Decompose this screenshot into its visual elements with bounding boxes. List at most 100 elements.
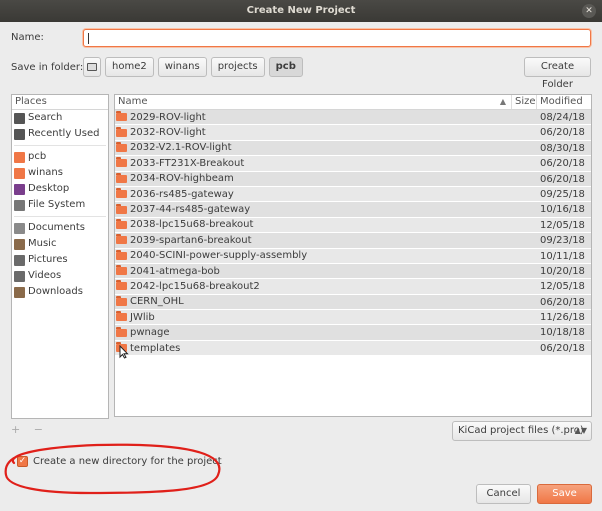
folder-icon (14, 151, 25, 163)
file-size-cell (512, 110, 537, 124)
file-name-cell: 2039-spartan6-breakout (115, 233, 512, 247)
sidebar-item-pcb[interactable]: pcb (12, 149, 108, 165)
file-name: 2037-44-rs485-gateway (130, 204, 251, 216)
file-name: 2032-V2.1-ROV-light (130, 142, 232, 154)
sidebar-item-label: Music (28, 238, 57, 249)
clock-icon (14, 128, 25, 140)
sidebar-item-label: Recently Used (28, 128, 100, 139)
file-name: CERN_OHL (130, 296, 184, 308)
folder-icon (116, 280, 127, 291)
sidebar-item-videos[interactable]: Videos (12, 268, 108, 284)
name-input[interactable] (83, 29, 591, 47)
file-list-header: Name ▲ Size Modified (115, 95, 591, 110)
file-modified-cell: 06/20/18 (540, 127, 585, 139)
pictures-icon (14, 254, 25, 266)
breadcrumb-home2[interactable]: home2 (105, 57, 154, 77)
file-modified-cell: 08/30/18 (540, 142, 585, 154)
file-name: 2032-ROV-light (130, 127, 206, 139)
file-name: pwnage (130, 327, 170, 339)
breadcrumb-projects[interactable]: projects (210, 57, 265, 77)
sidebar-item-label: Downloads (28, 286, 83, 297)
file-name: templates (130, 342, 181, 354)
file-name: 2036-rs485-gateway (130, 188, 234, 200)
file-size-cell (512, 264, 537, 278)
table-row[interactable]: pwnage 10/18/18 (115, 325, 591, 341)
table-row[interactable]: 2038-lpc15u68-breakout 12/05/18 (115, 217, 591, 234)
file-size-cell (512, 156, 537, 170)
file-modified-cell: 12/05/18 (540, 219, 585, 231)
column-name[interactable]: Name ▲ (115, 95, 512, 109)
close-button[interactable]: ✕ (582, 4, 596, 18)
table-row[interactable]: 2039-spartan6-breakout 09/23/18 (115, 233, 591, 249)
breadcrumb: home2 winans projects pcb (83, 57, 307, 77)
column-size[interactable]: Size (512, 95, 537, 109)
sidebar-item-music[interactable]: Music (12, 236, 108, 252)
table-row[interactable]: 2032-V2.1-ROV-light 08/30/18 (115, 140, 591, 157)
table-row[interactable]: CERN_OHL 06/20/18 (115, 294, 591, 311)
create-folder-button[interactable]: Create Folder (524, 57, 591, 90)
places-sidebar: Places Search Recently Used pcb winans Deskt… (11, 94, 109, 419)
file-name-cell: 2032-ROV-light (115, 125, 512, 139)
file-size-cell (512, 141, 537, 155)
music-icon (14, 238, 25, 250)
breadcrumb-drive[interactable] (83, 57, 101, 77)
table-row[interactable]: 2037-44-rs485-gateway 10/16/18 (115, 202, 591, 218)
sidebar-item-label: Desktop (28, 183, 70, 194)
table-row[interactable]: 2036-rs485-gateway 09/25/18 (115, 186, 591, 203)
sidebar-item-recently-used[interactable]: Recently Used (12, 126, 108, 142)
folder-icon (116, 218, 127, 229)
file-modified-cell: 11/26/18 (540, 312, 585, 324)
file-name: 2039-spartan6-breakout (130, 234, 252, 246)
folder-icon (116, 141, 127, 152)
table-row[interactable]: 2040-SCINI-power-supply-assembly 10/11/18 (115, 248, 591, 264)
file-size-cell (512, 279, 537, 293)
drive-icon (87, 63, 97, 71)
cancel-button[interactable]: Cancel (476, 484, 531, 504)
file-name: 2033-FT231X-Breakout (130, 157, 245, 169)
places-header: Places (12, 95, 108, 110)
file-modified-cell: 09/25/18 (540, 188, 585, 200)
column-name-label: Name (118, 96, 148, 107)
sidebar-item-label: Pictures (28, 254, 68, 265)
sidebar-item-winans[interactable]: winans (12, 165, 108, 181)
close-icon[interactable]: ✕ (585, 6, 593, 16)
sidebar-item-pictures[interactable]: Pictures (12, 252, 108, 268)
sidebar-item-file-system[interactable]: File System (12, 197, 108, 213)
file-name: 2038-lpc15u68-breakout (130, 219, 254, 231)
sidebar-item-label: Videos (28, 270, 62, 281)
sidebar-item-search[interactable]: Search (12, 110, 108, 126)
save-in-folder-label: Save in folder: (11, 62, 84, 73)
title-bar: Create New Project ✕ (0, 0, 602, 22)
up-down-chevron-icon: ▲▼ (574, 426, 587, 435)
file-size-cell (512, 249, 537, 263)
sidebar-item-downloads[interactable]: Downloads (12, 284, 108, 300)
save-button[interactable]: Save (537, 484, 592, 504)
file-modified-cell: 10/18/18 (540, 327, 585, 339)
file-type-filter[interactable]: KiCad project files (*.pro) ▲▼ (452, 421, 592, 441)
table-row[interactable]: 2041-atmega-bob 10/20/18 (115, 263, 591, 280)
breadcrumb-pcb[interactable]: pcb (268, 57, 303, 77)
file-name-cell: CERN_OHL (115, 295, 512, 309)
sidebar-item-label: File System (28, 199, 86, 210)
file-modified-cell: 06/20/18 (540, 158, 585, 170)
table-row[interactable]: 2032-ROV-light 06/20/18 (115, 125, 591, 141)
file-name-cell: templates (115, 341, 512, 355)
table-row[interactable]: 2033-FT231X-Breakout 06/20/18 (115, 156, 591, 172)
table-row[interactable]: 2034-ROV-highbeam 06/20/18 (115, 171, 591, 187)
breadcrumb-winans[interactable]: winans (157, 57, 207, 77)
sidebar-item-documents[interactable]: Documents (12, 220, 108, 236)
table-row[interactable]: JWlib 11/26/18 (115, 310, 591, 326)
folder-icon (116, 326, 127, 337)
folder-icon (116, 157, 127, 168)
sidebar-item-label: pcb (28, 151, 47, 162)
drive-icon (14, 199, 25, 211)
table-row[interactable]: 2029-ROV-light 08/24/18 (115, 110, 591, 126)
sidebar-item-desktop[interactable]: Desktop (12, 181, 108, 197)
file-name-cell: 2038-lpc15u68-breakout (115, 218, 512, 232)
folder-icon (116, 188, 127, 199)
file-modified-cell: 10/16/18 (540, 204, 585, 216)
table-row[interactable]: templates 06/20/18 (115, 340, 591, 357)
table-row[interactable]: 2042-lpc15u68-breakout2 12/05/18 (115, 279, 591, 295)
column-modified[interactable]: Modified (537, 95, 591, 109)
sidebar-item-label: Documents (28, 222, 86, 233)
